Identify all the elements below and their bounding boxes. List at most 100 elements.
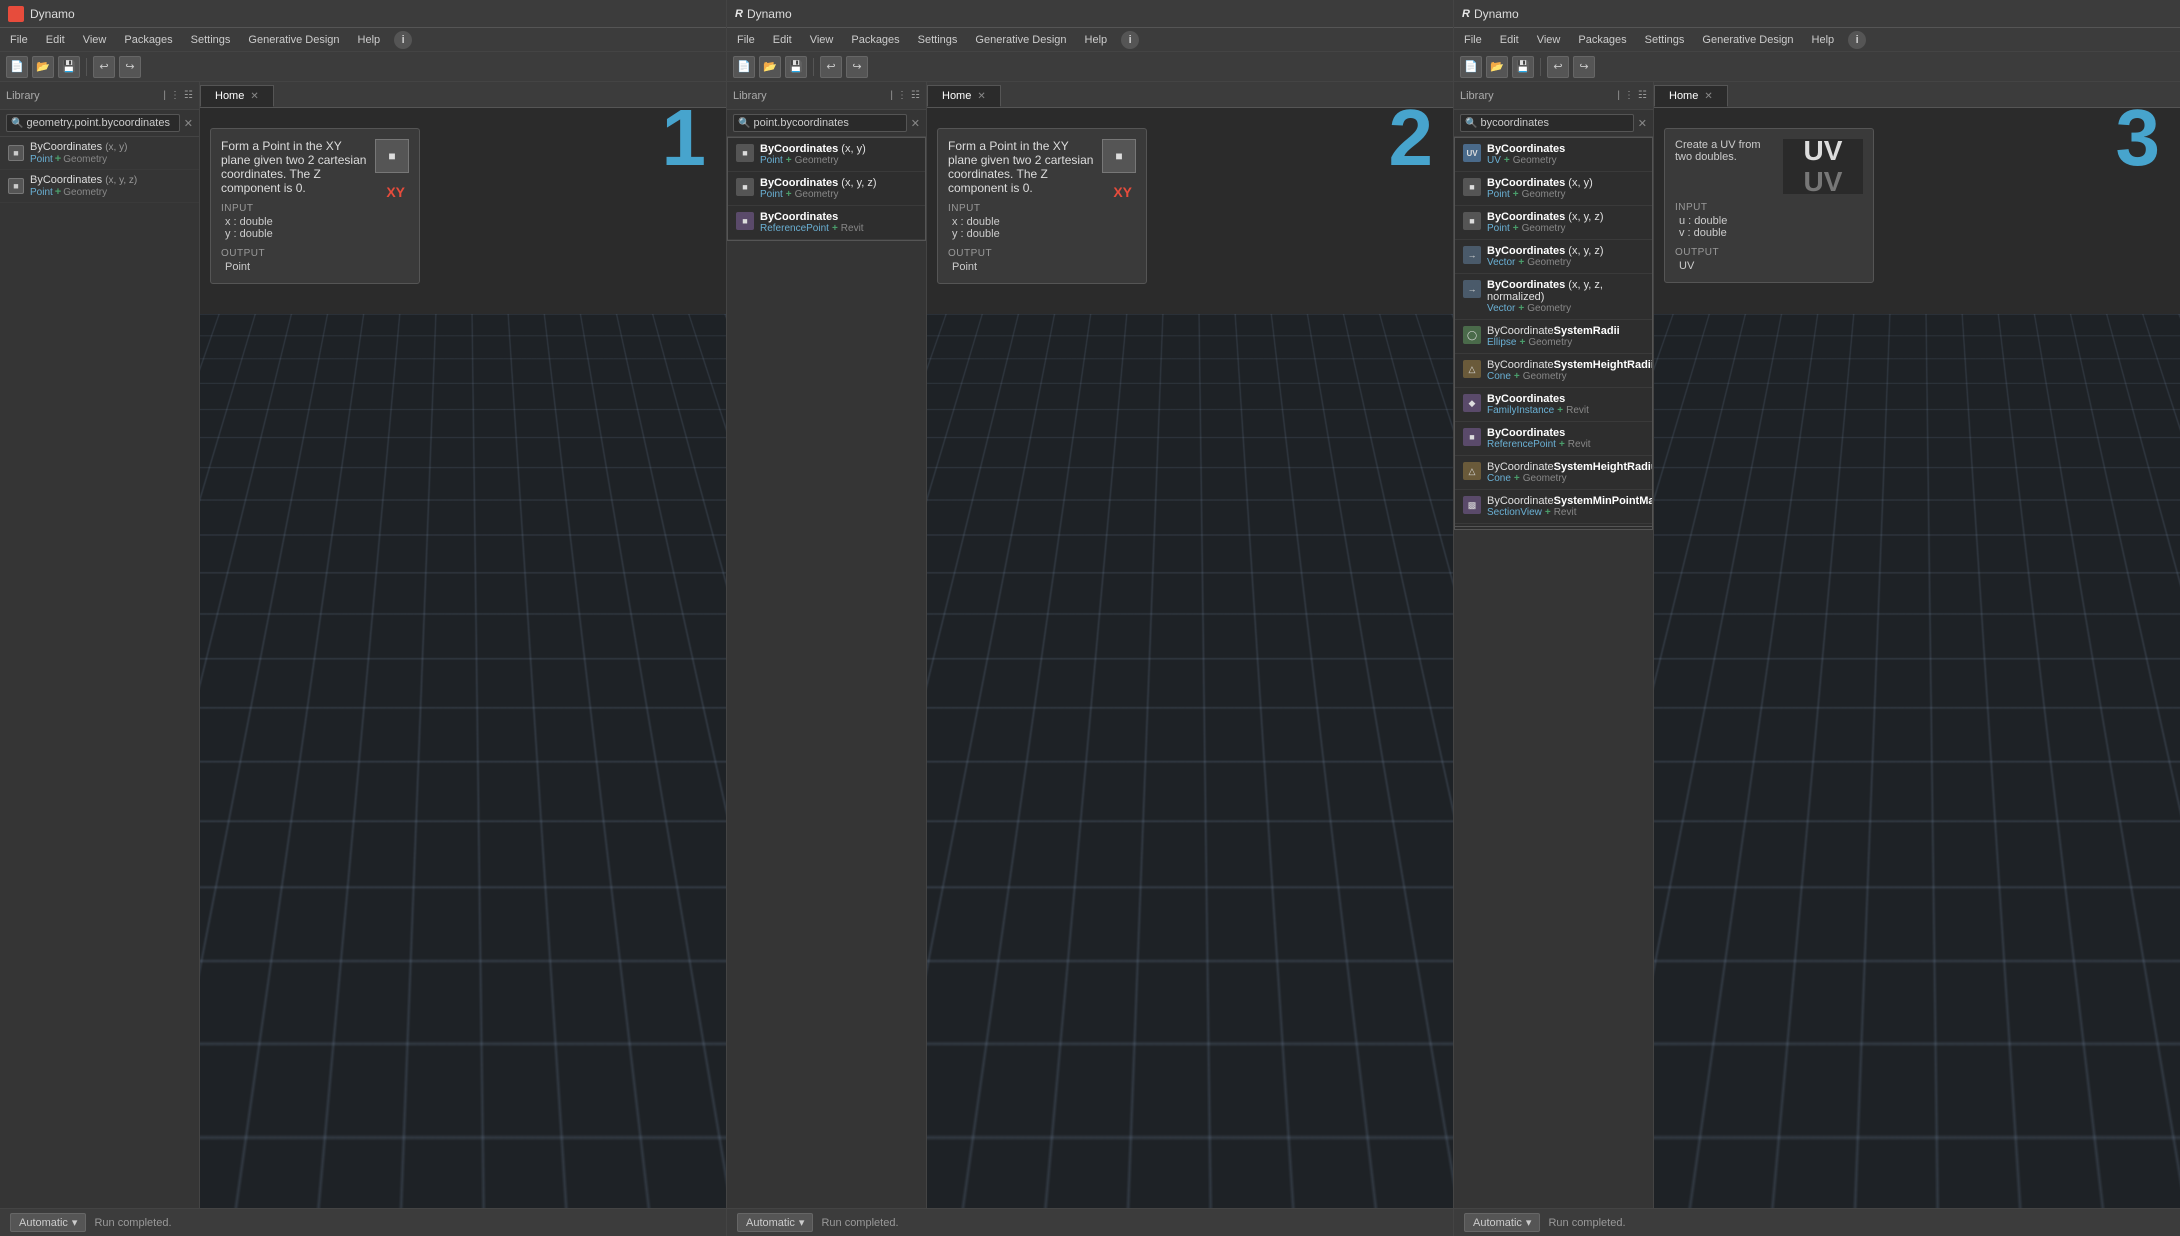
result-info-3-2: ByCoordinates (x, y, z) Point + Geometry — [1487, 211, 1644, 234]
menu-view-1[interactable]: View — [79, 32, 111, 48]
library-label-3: Library — [1460, 90, 1613, 102]
menu-edit-2[interactable]: Edit — [769, 32, 796, 48]
step-number-1: 1 — [662, 108, 717, 178]
lib-item-0-0[interactable]: ■ ByCoordinates (x, y) Point + Geometry — [0, 137, 199, 170]
result-sep-3 — [1455, 526, 1652, 527]
ws-tab-home-3[interactable]: Home ✕ — [1654, 85, 1728, 107]
lib-filter-icon-1[interactable]: | — [163, 90, 166, 101]
lib-filter-icon-2[interactable]: | — [890, 90, 893, 101]
tb-open-1[interactable]: 📂 — [32, 56, 54, 78]
tb-redo-3[interactable]: ↪ — [1573, 56, 1595, 78]
lib-item-icon-0-0: ■ — [8, 145, 24, 161]
tb-undo-1[interactable]: ↩ — [93, 56, 115, 78]
result-item-3-4[interactable]: → ByCoordinates (x, y, z, normalized) Ve… — [1455, 274, 1652, 320]
menu-gd-2[interactable]: Generative Design — [971, 32, 1070, 48]
search-input-1[interactable] — [26, 117, 174, 129]
status-auto-3[interactable]: Automatic ▾ — [1464, 1213, 1540, 1232]
menu-file-2[interactable]: File — [733, 32, 759, 48]
result-icon-3-9: △ — [1463, 462, 1481, 480]
search-input-3[interactable] — [1480, 117, 1628, 129]
status-auto-2[interactable]: Automatic ▾ — [737, 1213, 813, 1232]
tb-save-2[interactable]: 💾 — [785, 56, 807, 78]
tb-open-2[interactable]: 📂 — [759, 56, 781, 78]
menu-packages-3[interactable]: Packages — [1574, 32, 1630, 48]
result-meta-3-4: Vector + Geometry — [1487, 303, 1644, 314]
menu-edit-3[interactable]: Edit — [1496, 32, 1523, 48]
menu-info-1[interactable]: i — [394, 31, 412, 49]
menu-view-3[interactable]: View — [1533, 32, 1565, 48]
tb-redo-1[interactable]: ↪ — [119, 56, 141, 78]
library-items-1: ■ ByCoordinates (x, y) Point + Geometry … — [0, 137, 199, 1208]
search-clear-2[interactable]: ✕ — [911, 117, 920, 130]
tb-undo-2[interactable]: ↩ — [820, 56, 842, 78]
result-item-3-0[interactable]: UV ByCoordinates UV + Geometry — [1455, 138, 1652, 172]
menu-packages-1[interactable]: Packages — [120, 32, 176, 48]
lib-item-0-1[interactable]: ■ ByCoordinates (x, y, z) Point + Geomet… — [0, 170, 199, 203]
ws-tab-close-2[interactable]: ✕ — [977, 91, 985, 102]
result-item-2-2[interactable]: ■ ByCoordinates ReferencePoint + Revit — [728, 206, 925, 240]
result-item-3-10[interactable]: ▩ ByCoordinateSystemMinPointMaxPoi... Se… — [1455, 490, 1652, 524]
tb-save-1[interactable]: 💾 — [58, 56, 80, 78]
result-icon-2-2: ■ — [736, 212, 754, 230]
lib-point-0-0: Point — [30, 154, 53, 165]
menu-settings-1[interactable]: Settings — [187, 32, 235, 48]
ws-tab-close-1[interactable]: ✕ — [250, 91, 258, 102]
lib-view-icon-2[interactable]: ☷ — [911, 90, 920, 101]
result-item-2-0[interactable]: ■ ByCoordinates (x, y) Point + Geometry — [728, 138, 925, 172]
tb-new-2[interactable]: 📄 — [733, 56, 755, 78]
ws-tab-close-3[interactable]: ✕ — [1704, 91, 1712, 102]
uv-card-desc-3: Create a UV from two doubles. — [1675, 139, 1783, 163]
ws-tab-home-1[interactable]: Home ✕ — [200, 85, 274, 107]
menu-gd-1[interactable]: Generative Design — [244, 32, 343, 48]
menu-view-2[interactable]: View — [806, 32, 838, 48]
result-item-3-2[interactable]: ■ ByCoordinates (x, y, z) Point + Geomet… — [1455, 206, 1652, 240]
result-item-3-6[interactable]: △ ByCoordinateSystemHeightRadii Cone + G… — [1455, 354, 1652, 388]
tb-redo-2[interactable]: ↪ — [846, 56, 868, 78]
status-auto-1[interactable]: Automatic ▾ — [10, 1213, 86, 1232]
lib-view-icon-3[interactable]: ☷ — [1638, 90, 1647, 101]
menu-gd-3[interactable]: Generative Design — [1698, 32, 1797, 48]
menu-file-3[interactable]: File — [1460, 32, 1486, 48]
result-item-2-1[interactable]: ■ ByCoordinates (x, y, z) Point + Geomet… — [728, 172, 925, 206]
result-list-3: UV ByCoordinates UV + Geometry ■ — [1454, 137, 1653, 530]
xy-label-2: XY — [1113, 184, 1132, 200]
result-item-3-3[interactable]: → ByCoordinates (x, y, z) Vector + Geome… — [1455, 240, 1652, 274]
lib-grid-icon-1[interactable]: ⋮ — [170, 90, 180, 101]
rm-plus-2-2: + — [832, 223, 838, 234]
menu-help-2[interactable]: Help — [1081, 32, 1112, 48]
menu-help-3[interactable]: Help — [1808, 32, 1839, 48]
lib-grid-icon-2[interactable]: ⋮ — [897, 90, 907, 101]
status-auto-arrow-3: ▾ — [1526, 1216, 1532, 1229]
tb-new-3[interactable]: 📄 — [1460, 56, 1482, 78]
result-icon-2-0: ■ — [736, 144, 754, 162]
menu-file-1[interactable]: File — [6, 32, 32, 48]
rm-revit-3-7: Revit — [1566, 405, 1589, 416]
lib-filter-icon-3[interactable]: | — [1617, 90, 1620, 101]
result-item-3-7[interactable]: ◆ ByCoordinates FamilyInstance + Revit — [1455, 388, 1652, 422]
rm-pt-3-1: Point — [1487, 189, 1510, 200]
result-item-3-9[interactable]: △ ByCoordinateSystemHeightRadius Cone + … — [1455, 456, 1652, 490]
menu-settings-2[interactable]: Settings — [914, 32, 962, 48]
toolbar-1: 📄 📂 💾 ↩ ↪ — [0, 52, 726, 82]
tb-new-1[interactable]: 📄 — [6, 56, 28, 78]
tb-open-3[interactable]: 📂 — [1486, 56, 1508, 78]
lib-grid-icon-3[interactable]: ⋮ — [1624, 90, 1634, 101]
search-input-2[interactable] — [753, 117, 901, 129]
toolbar-2: 📄 📂 💾 ↩ ↪ — [727, 52, 1453, 82]
result-item-3-8[interactable]: ■ ByCoordinates ReferencePoint + Revit — [1455, 422, 1652, 456]
ws-tab-home-2[interactable]: Home ✕ — [927, 85, 1001, 107]
search-clear-3[interactable]: ✕ — [1638, 117, 1647, 130]
tb-save-3[interactable]: 💾 — [1512, 56, 1534, 78]
menu-edit-1[interactable]: Edit — [42, 32, 69, 48]
menu-info-3[interactable]: i — [1848, 31, 1866, 49]
lib-item-info-0-0: ByCoordinates (x, y) Point + Geometry — [30, 141, 127, 165]
search-clear-1[interactable]: ✕ — [184, 117, 193, 130]
menu-packages-2[interactable]: Packages — [847, 32, 903, 48]
menu-settings-3[interactable]: Settings — [1641, 32, 1689, 48]
lib-view-icon-1[interactable]: ☷ — [184, 90, 193, 101]
menu-help-1[interactable]: Help — [354, 32, 385, 48]
tb-undo-3[interactable]: ↩ — [1547, 56, 1569, 78]
result-item-3-1[interactable]: ■ ByCoordinates (x, y) Point + Geometry — [1455, 172, 1652, 206]
result-item-3-5[interactable]: ◯ ByCoordinateSystemRadii Ellipse + Geom… — [1455, 320, 1652, 354]
menu-info-2[interactable]: i — [1121, 31, 1139, 49]
